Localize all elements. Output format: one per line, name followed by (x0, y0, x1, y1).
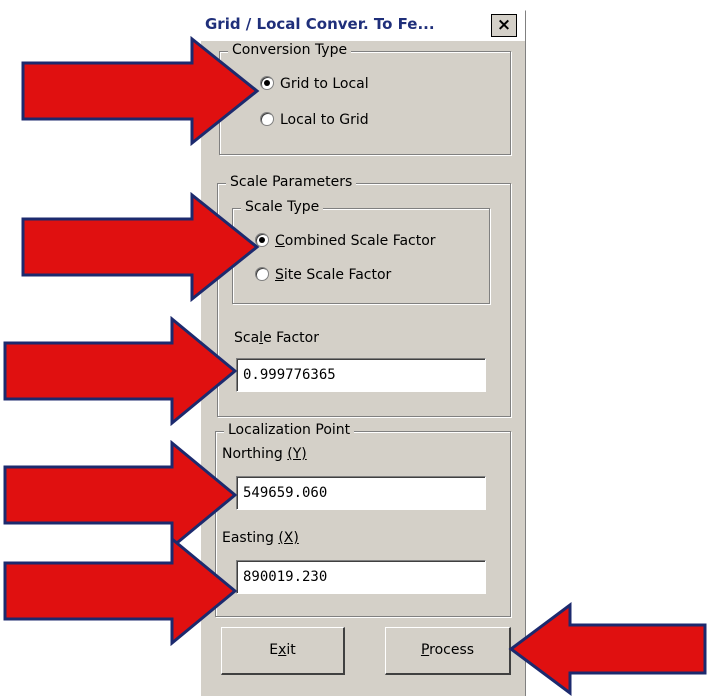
label-rest: ombined Scale Factor (284, 233, 436, 249)
mnemonic: P (420, 642, 430, 658)
label-part: E (269, 642, 279, 658)
close-icon: × (496, 15, 512, 35)
annotation-arrow-left-icon (508, 602, 707, 696)
radio-grid-to-local[interactable]: Grid to Local (260, 76, 369, 96)
radio-label: Grid to Local (280, 76, 369, 92)
button-label: Process (421, 642, 474, 658)
label-part: e Factor (263, 330, 319, 346)
screenshot-stage: Grid / Local Conver. To Fe... × Conversi… (0, 0, 710, 696)
mnemonic: (Y) (287, 446, 307, 462)
radio-local-to-grid[interactable]: Local to Grid (260, 112, 369, 132)
radio-site-scale-factor[interactable]: Site Scale Factor (255, 267, 391, 287)
scale-parameters-legend: Scale Parameters (226, 174, 357, 190)
scale-factor-label: Scale Factor (234, 330, 319, 346)
radio-checked-icon[interactable] (260, 76, 274, 90)
window-title: Grid / Local Conver. To Fe... (205, 15, 435, 33)
localization-point-group: Localization Point Northing (Y) 549659.0… (215, 422, 511, 617)
label-part: rocess (429, 642, 475, 658)
annotation-arrow-right-icon (21, 192, 260, 302)
mnemonic: C (275, 233, 285, 249)
annotation-arrow-right-icon (3, 536, 238, 646)
northing-input[interactable]: 549659.060 (236, 476, 486, 510)
localization-point-legend: Localization Point (224, 422, 355, 438)
annotation-arrow-right-icon (21, 36, 260, 146)
close-button[interactable]: × (491, 14, 517, 37)
label-rest: ite Scale Factor (283, 267, 392, 283)
mnemonic: S (275, 267, 284, 283)
radio-label: Combined Scale Factor (275, 233, 436, 249)
scale-type-group: Scale Type Combined Scale Factor Site Sc… (232, 199, 490, 304)
easting-input[interactable]: 890019.230 (236, 560, 486, 594)
radio-label: Local to Grid (280, 112, 369, 128)
annotation-arrow-right-icon (3, 440, 238, 550)
radio-label: Site Scale Factor (275, 267, 391, 283)
scale-factor-input[interactable]: 0.999776365 (236, 358, 486, 392)
exit-button[interactable]: Exit (221, 627, 345, 675)
button-label: Exit (269, 642, 296, 658)
annotation-arrow-right-icon (3, 316, 238, 426)
radio-unchecked-icon[interactable] (260, 112, 274, 126)
radio-combined-scale-factor[interactable]: Combined Scale Factor (255, 233, 436, 253)
scale-parameters-group: Scale Parameters Scale Type Combined Sca… (217, 174, 511, 417)
label-part: it (286, 642, 296, 658)
conversion-type-group: Conversion Type Grid to Local Local to G… (219, 42, 511, 155)
process-button[interactable]: Process (385, 627, 511, 675)
mnemonic: (X) (278, 530, 299, 546)
